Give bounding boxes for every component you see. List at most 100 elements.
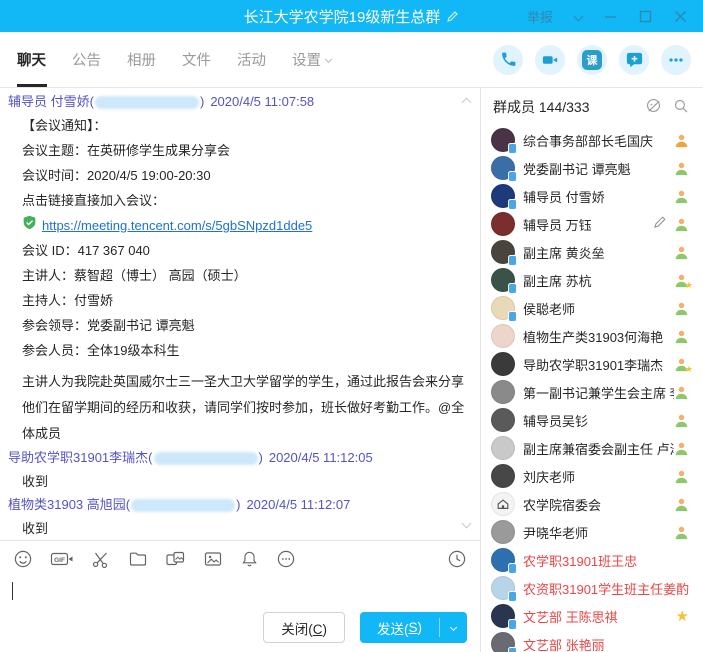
tab-聊天[interactable]: 聊天 (8, 32, 55, 87)
member-row[interactable]: 副主席兼宿委会副主任 卢泽 (481, 434, 702, 462)
more-icon[interactable] (276, 549, 296, 569)
member-row[interactable]: 尹晓华老师 (481, 518, 702, 546)
member-row[interactable]: 侯聪老师 (481, 294, 702, 322)
maximize-button[interactable] (639, 10, 652, 23)
member-count: 群成员 144/333 (493, 97, 590, 117)
member-row-icons: ★ (674, 273, 689, 288)
member-row[interactable]: 导助农学职31901李瑞杰★ (481, 350, 702, 378)
paren-close: ) (236, 494, 240, 516)
member-role-person-icon (674, 385, 689, 400)
scroll-down-icon[interactable] (463, 515, 470, 530)
safe-link-shield-icon (22, 213, 37, 238)
tab-label: 设置 (292, 49, 321, 70)
member-name: 农学院宿委会 (523, 495, 674, 514)
phone-call-icon[interactable] (493, 45, 523, 75)
member-row[interactable]: 辅导员 付雪娇 (481, 182, 702, 210)
message-history-icon[interactable] (447, 549, 467, 569)
member-row[interactable]: 文艺部 王陈思祺★ (481, 602, 702, 630)
avatar (491, 212, 515, 236)
member-row[interactable]: 副主席 黄炎垒 (481, 238, 702, 266)
message-line: 主讲人：蔡智超（博士） 高园（硕士） (22, 263, 466, 288)
message-header: 植物类31903 高旭园()2020/4/5 11:12:07 (8, 494, 466, 516)
gif-icon[interactable]: GIF (50, 549, 74, 569)
message-input[interactable] (0, 576, 480, 612)
member-row[interactable]: 刘庆老师 (481, 462, 702, 490)
member-role-person-icon (674, 189, 689, 204)
emoji-icon[interactable] (13, 549, 33, 569)
avatar (491, 576, 515, 600)
member-role-person-icon (674, 469, 689, 484)
link-line: https://meeting.tencent.com/s/5gbSNpzd1d… (22, 213, 466, 238)
mobile-online-badge-icon (508, 171, 517, 182)
sender-name[interactable]: 辅导员 付雪娇 (8, 91, 90, 113)
member-row[interactable]: 辅导员吴钐 (481, 406, 702, 434)
image-icon[interactable] (203, 549, 223, 569)
chevron-down-icon (325, 56, 332, 63)
file-folder-icon[interactable] (128, 549, 148, 569)
member-row[interactable]: 辅导员 万钰 (481, 210, 702, 238)
more-actions-icon[interactable] (661, 45, 691, 75)
member-row[interactable]: 第一副书记兼学生会主席 李 (481, 378, 702, 406)
send-button[interactable]: 发送(S) (360, 612, 467, 643)
paren-open: ( (148, 447, 152, 469)
tab-相册[interactable]: 相册 (118, 32, 165, 87)
member-name: 辅导员 付雪娇 (523, 187, 674, 206)
send-options-chevron-icon[interactable] (440, 612, 467, 643)
report-chevron-down-icon[interactable] (575, 7, 582, 25)
mobile-online-badge-icon (508, 647, 517, 652)
anonymous-chat-icon[interactable] (645, 97, 662, 117)
search-icon[interactable] (673, 98, 689, 117)
member-name: 刘庆老师 (523, 467, 674, 486)
member-panel: 群成员 144/333 综合事务部部长毛国庆党委副书记 谭亮魁辅导员 付雪娇辅导… (481, 88, 702, 652)
member-name: 第一副书记兼学生会主席 李 (523, 383, 674, 402)
video-call-icon[interactable] (535, 45, 565, 75)
member-role-person-icon (674, 413, 689, 428)
screenshot-scissors-icon[interactable] (91, 549, 111, 569)
member-row[interactable]: 党委副书记 谭亮魁 (481, 154, 702, 182)
member-name: 文艺部 王陈思祺 (523, 607, 676, 626)
member-name: 农学职31901班王忠 (523, 551, 689, 570)
tab-文件[interactable]: 文件 (173, 32, 220, 87)
message-line: 会议 ID：417 367 040 (22, 238, 466, 263)
sender-name[interactable]: 导助农学职31901李瑞杰 (8, 447, 148, 469)
member-name: 综合事务部部长毛国庆 (523, 131, 674, 150)
member-row[interactable]: 农资职31901学生班主任姜酌悦 (481, 574, 702, 602)
report-button[interactable]: 举报 (527, 7, 553, 26)
avatar (491, 604, 515, 628)
avatar (491, 632, 515, 652)
message-line: 参会领导：党委副书记 谭亮魁 (22, 313, 466, 338)
nudge-bell-icon[interactable] (240, 549, 259, 569)
class-ke-icon[interactable]: 课 (577, 45, 607, 75)
close-window-button[interactable] (674, 10, 687, 23)
close-button[interactable]: 关闭(C) (263, 612, 345, 643)
tab-公告[interactable]: 公告 (63, 32, 110, 87)
new-chat-bubble-icon[interactable] (619, 45, 649, 75)
member-row[interactable]: 综合事务部部长毛国庆 (481, 126, 702, 154)
message-line: 点击链接直接加入会议： (22, 188, 466, 213)
message-line: 主持人：付雪娇 (22, 288, 466, 313)
member-role-person-icon (674, 301, 689, 316)
member-row[interactable]: 植物生产类31903何海艳 (481, 322, 702, 350)
edit-title-icon[interactable] (446, 10, 459, 23)
message-header: 辅导员 付雪娇()2020/4/5 11:07:58 (8, 91, 466, 113)
message-body: 【会议通知】：会议主题：在英研修学生成果分享会会议时间：2020/4/5 19:… (8, 113, 466, 447)
member-row-icons (674, 133, 689, 148)
title-bar: 长江大学农学院19级新生总群 举报 (0, 0, 703, 32)
multi-image-icon[interactable] (165, 549, 186, 569)
tab-活动[interactable]: 活动 (228, 32, 275, 87)
member-row[interactable]: 文艺部 张艳丽 (481, 630, 702, 652)
tab-label: 活动 (237, 49, 266, 70)
member-name: 副主席兼宿委会副主任 卢泽 (523, 439, 674, 458)
tab-label: 相册 (127, 49, 156, 70)
meeting-link[interactable]: https://meeting.tencent.com/s/5gbSNpzd1d… (42, 213, 312, 238)
tab-设置[interactable]: 设置 (283, 32, 340, 87)
scroll-up-icon[interactable] (463, 94, 470, 109)
member-name: 辅导员吴钐 (523, 411, 674, 430)
member-row[interactable]: 副主席 苏杭★ (481, 266, 702, 294)
sender-name[interactable]: 植物类31903 高旭园 (8, 494, 126, 516)
message-list: 辅导员 付雪娇()2020/4/5 11:07:58【会议通知】：会议主题：在英… (0, 88, 480, 540)
member-name: 党委副书记 谭亮魁 (523, 159, 674, 178)
member-row[interactable]: 农学院宿委会 (481, 490, 702, 518)
member-row[interactable]: 农学职31901班王忠 (481, 546, 702, 574)
minimize-button[interactable] (604, 10, 617, 23)
